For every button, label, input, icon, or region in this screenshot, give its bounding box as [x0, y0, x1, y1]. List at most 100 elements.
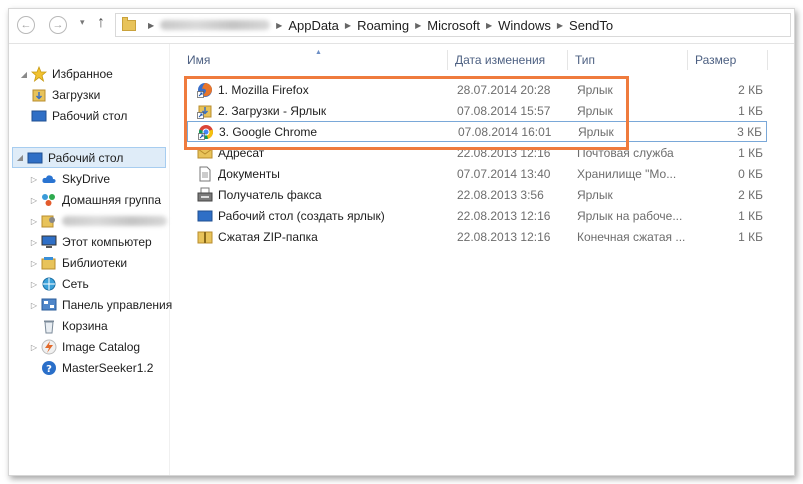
sidebar-item-label: Библиотеки [62, 256, 128, 270]
cloud-icon [41, 172, 57, 186]
breadcrumb-microsoft[interactable]: Microsoft [427, 18, 480, 33]
file-row-chrome[interactable]: 3. Google Chrome 07.08.2014 16:01 Ярлык … [187, 121, 767, 142]
column-divider[interactable] [567, 50, 568, 70]
expand-arrow-icon[interactable]: ◢ [13, 153, 27, 162]
sidebar-item-label: MasterSeeker1.2 [62, 361, 154, 375]
sidebar-item-recycle-bin[interactable]: Корзина [41, 316, 108, 336]
sidebar-item-label: Этот компьютер [62, 235, 152, 249]
svg-text:?: ? [46, 364, 52, 375]
fax-icon [197, 187, 213, 203]
desktop-icon [27, 151, 43, 165]
sidebar-item-masterseeker[interactable]: ? MasterSeeker1.2 [41, 358, 153, 378]
file-row-documents[interactable]: Документы 07.07.2014 13:40 Хранилище "Мо… [187, 163, 767, 184]
column-header-size[interactable]: Размер [695, 47, 736, 73]
expand-arrow-icon[interactable]: ◢ [17, 70, 31, 79]
documents-icon [197, 166, 213, 182]
sidebar-item-label: Домашняя группа [62, 193, 162, 207]
breadcrumb-windows[interactable]: Windows [498, 18, 551, 33]
sidebar-item-label: Image Catalog [62, 340, 141, 354]
column-headers: ▲ Имя Дата изменения Тип Размер [177, 47, 794, 73]
file-name: 1. Mozilla Firefox [218, 83, 309, 97]
breadcrumb-roaming[interactable]: Roaming [357, 18, 409, 33]
sidebar-favorites[interactable]: ◢ Избранное [17, 64, 113, 84]
column-divider[interactable] [687, 50, 688, 70]
column-divider[interactable] [447, 50, 448, 70]
expand-arrow-icon[interactable]: ▷ [27, 301, 41, 310]
back-button[interactable]: ← [17, 16, 35, 34]
file-name: 2. Загрузки - Ярлык [218, 104, 327, 118]
address-bar: ← → ▾ ↑ ▶ ▶ AppData ▶ Roaming ▶ Microsof… [9, 9, 794, 44]
downloads-shortcut-icon [197, 103, 213, 119]
file-name: Сжатая ZIP-папка [218, 230, 318, 244]
file-row-fax[interactable]: Получатель факса 22.08.2013 3:56 Ярлык 2… [187, 184, 767, 205]
file-size: 2 КБ [738, 188, 763, 202]
file-row-recipient[interactable]: Адресат 22.08.2013 12:16 Почтовая служба… [187, 142, 767, 163]
sidebar-item-user[interactable]: ▷ [27, 211, 167, 231]
file-type: Хранилище "Мо... [577, 167, 677, 181]
column-header-type[interactable]: Тип [575, 47, 595, 73]
chevron-right-icon[interactable]: ▶ [557, 21, 563, 30]
recycle-bin-icon [41, 319, 57, 334]
file-row-zip[interactable]: Сжатая ZIP-папка 22.08.2013 12:16 Конечн… [187, 226, 767, 247]
explorer-window: ← → ▾ ↑ ▶ ▶ AppData ▶ Roaming ▶ Microsof… [8, 8, 795, 476]
file-date: 22.08.2013 12:16 [457, 230, 551, 244]
sidebar-item-label: Панель управления [62, 298, 173, 312]
up-button[interactable]: ↑ [97, 14, 105, 32]
expand-arrow-icon[interactable]: ▷ [27, 259, 41, 268]
chevron-right-icon[interactable]: ▶ [148, 21, 154, 30]
sidebar-item-downloads[interactable]: Загрузки [31, 85, 100, 105]
file-type: Почтовая служба [577, 146, 674, 160]
file-row-firefox[interactable]: 1. Mozilla Firefox 28.07.2014 20:28 Ярлы… [187, 79, 767, 100]
chevron-right-icon[interactable]: ▶ [276, 21, 282, 30]
column-header-date[interactable]: Дата изменения [455, 47, 545, 73]
file-name: Рабочий стол (создать ярлык) [218, 209, 385, 223]
file-row-desktop-shortcut[interactable]: Рабочий стол (создать ярлык) 22.08.2013 … [187, 205, 767, 226]
file-name: 3. Google Chrome [219, 125, 318, 139]
expand-arrow-icon[interactable]: ▷ [27, 217, 41, 226]
sidebar-item-homegroup[interactable]: ▷ Домашняя группа [27, 190, 161, 210]
chrome-shortcut-icon [198, 124, 214, 140]
expand-arrow-icon[interactable]: ▷ [27, 175, 41, 184]
chevron-right-icon[interactable]: ▶ [345, 21, 351, 30]
sidebar-item-network[interactable]: ▷ Сеть [27, 274, 89, 294]
file-name: Документы [218, 167, 280, 181]
sidebar-item-skydrive[interactable]: ▷ SkyDrive [27, 169, 110, 189]
expand-arrow-icon[interactable]: ▷ [27, 343, 41, 352]
file-date: 07.08.2014 16:01 [458, 125, 552, 139]
chevron-right-icon[interactable]: ▶ [486, 21, 492, 30]
file-size: 1 КБ [738, 104, 763, 118]
sort-ascending-icon: ▲ [315, 49, 322, 56]
sidebar-item-label: Сеть [62, 277, 89, 291]
network-icon [41, 277, 57, 291]
file-size: 3 КБ [737, 125, 762, 139]
file-type: Ярлык на рабоче... [577, 209, 683, 223]
sidebar-item-desktop-fav[interactable]: Рабочий стол [31, 106, 127, 126]
zip-folder-icon [197, 229, 213, 245]
breadcrumb-appdata[interactable]: AppData [288, 18, 339, 33]
sidebar-item-control-panel[interactable]: ▷ Панель управления [27, 295, 172, 315]
expand-arrow-icon[interactable]: ▷ [27, 196, 41, 205]
sidebar-item-label: Загрузки [52, 88, 101, 102]
file-date: 22.08.2013 12:16 [457, 146, 551, 160]
sidebar-item-label: Избранное [52, 67, 113, 81]
file-row-downloads[interactable]: 2. Загрузки - Ярлык 07.08.2014 15:57 Ярл… [187, 100, 767, 121]
desktop-icon [197, 208, 213, 224]
sidebar-item-desktop[interactable]: ◢ Рабочий стол [12, 147, 166, 168]
recent-locations-dropdown[interactable]: ▾ [80, 17, 85, 28]
breadcrumb-sendto[interactable]: SendTo [569, 18, 613, 33]
file-name: Получатель факса [218, 188, 322, 202]
forward-button[interactable]: → [49, 16, 67, 34]
column-header-name[interactable]: Имя [187, 47, 210, 73]
column-divider[interactable] [767, 50, 768, 70]
file-date: 22.08.2013 3:56 [457, 188, 544, 202]
sidebar-item-label: Рабочий стол [48, 150, 124, 165]
file-type: Ярлык [577, 104, 613, 118]
sidebar-item-image-catalog[interactable]: ▷ Image Catalog [27, 337, 140, 357]
chevron-right-icon[interactable]: ▶ [415, 21, 421, 30]
path-box[interactable]: ▶ ▶ AppData ▶ Roaming ▶ Microsoft ▶ Wind… [115, 13, 791, 37]
sidebar-item-this-pc[interactable]: ▷ Этот компьютер [27, 232, 152, 252]
file-type: Ярлык [577, 83, 613, 97]
expand-arrow-icon[interactable]: ▷ [27, 280, 41, 289]
sidebar-item-libraries[interactable]: ▷ Библиотеки [27, 253, 127, 273]
expand-arrow-icon[interactable]: ▷ [27, 238, 41, 247]
